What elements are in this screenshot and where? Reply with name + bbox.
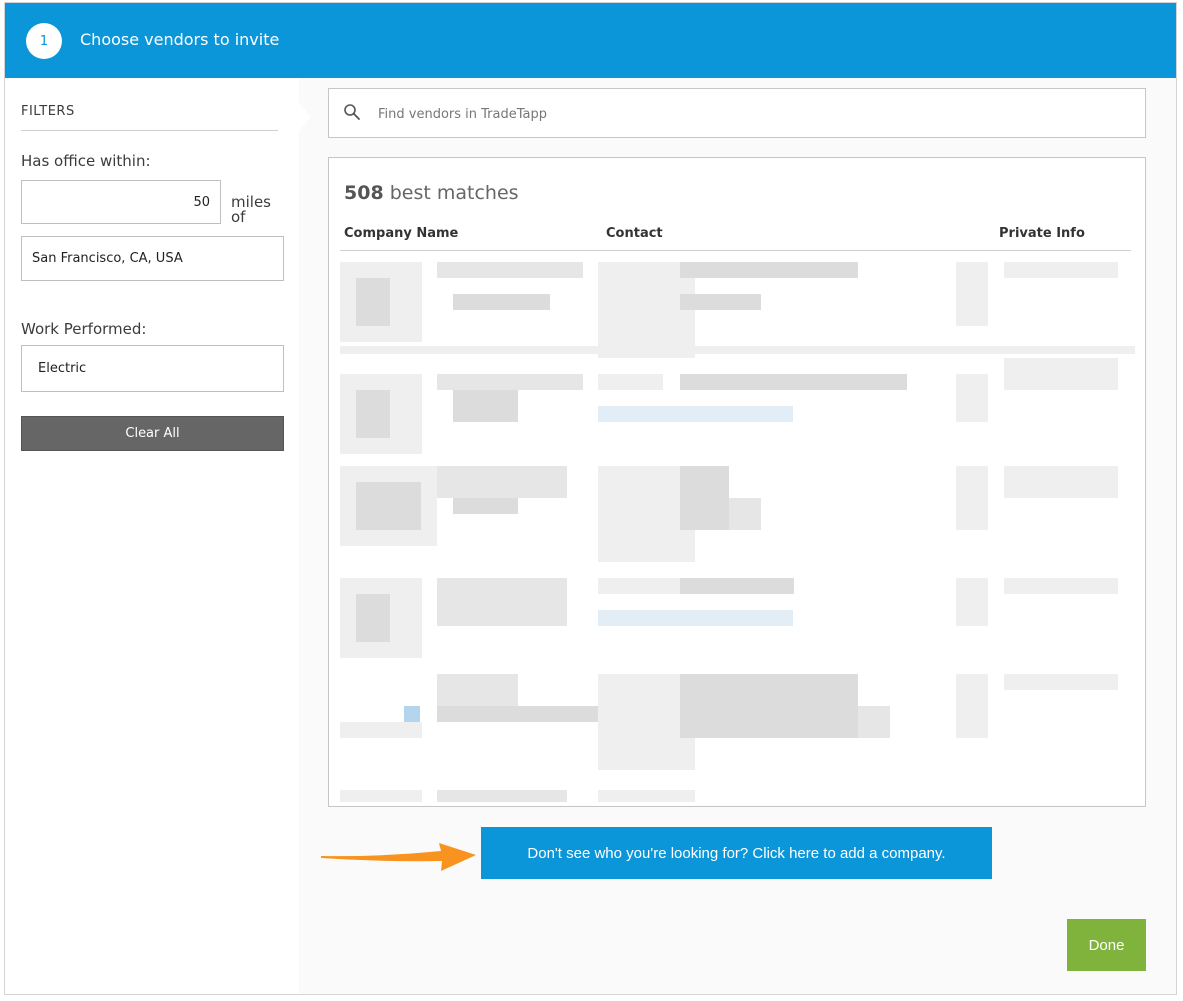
results-panel: 508 best matches Company Name Contact Pr… — [328, 157, 1146, 807]
orange-arrow-icon — [321, 843, 476, 871]
done-button[interactable]: Done — [1067, 919, 1146, 971]
clear-all-button[interactable]: Clear All — [21, 416, 284, 451]
distance-input[interactable]: 50 — [21, 180, 221, 224]
dialog-title: Choose vendors to invite — [80, 30, 280, 49]
results-rows-blurred — [340, 254, 1135, 804]
filters-divider — [21, 130, 278, 131]
sidebar-pointer — [299, 103, 311, 131]
filters-sidebar: FILTERS Has office within: 50 miles of S… — [5, 78, 299, 994]
table-row[interactable] — [340, 578, 1135, 678]
column-header-divider — [340, 250, 1131, 251]
column-private-info[interactable]: Private Info — [999, 226, 1085, 241]
table-row[interactable] — [340, 262, 1135, 362]
results-count-suffix: best matches — [389, 182, 519, 204]
table-row[interactable] — [340, 674, 1135, 786]
dialog-header: 1 Choose vendors to invite — [5, 3, 1176, 78]
table-row[interactable] — [340, 358, 1135, 470]
work-performed-input[interactable]: Electric — [21, 345, 284, 392]
location-input[interactable]: San Francisco, CA, USA — [21, 236, 284, 281]
vendor-search-input[interactable] — [378, 101, 1118, 127]
work-performed-label: Work Performed: — [21, 320, 147, 338]
invite-vendors-dialog: 1 Choose vendors to invite FILTERS Has o… — [4, 2, 1177, 995]
vendor-search-box[interactable] — [328, 88, 1146, 138]
office-within-label: Has office within: — [21, 152, 151, 170]
results-count-number: 508 — [344, 182, 384, 204]
distance-unit-label: miles of — [231, 193, 271, 226]
filters-title: FILTERS — [21, 104, 75, 119]
table-row[interactable] — [340, 466, 1135, 578]
search-icon — [344, 104, 360, 120]
column-company-name[interactable]: Company Name — [344, 226, 458, 241]
results-count: 508 best matches — [344, 182, 519, 204]
step-number-badge: 1 — [26, 23, 62, 59]
table-row[interactable] — [340, 786, 1135, 804]
column-contact[interactable]: Contact — [606, 226, 663, 241]
add-company-button[interactable]: Don't see who you're looking for? Click … — [481, 827, 992, 879]
